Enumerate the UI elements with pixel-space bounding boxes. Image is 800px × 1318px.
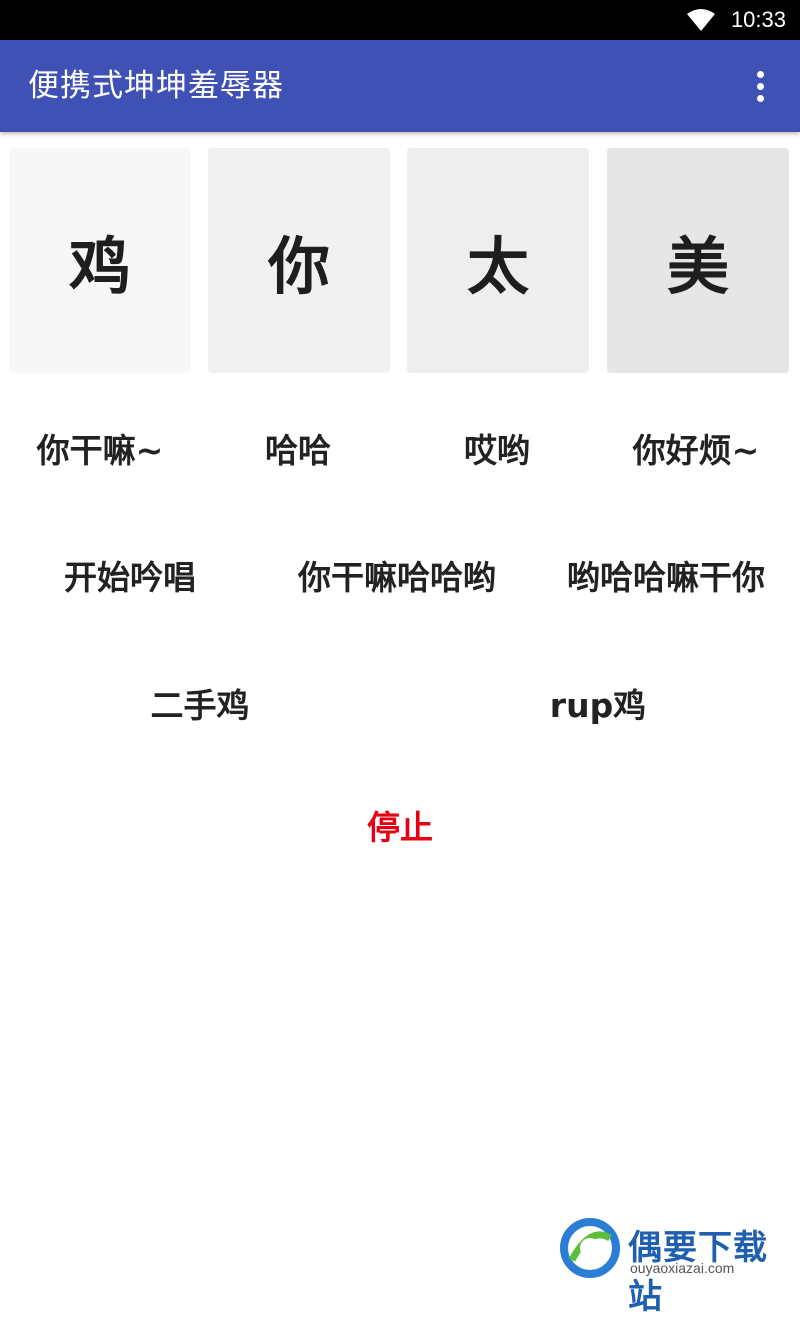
sound-button-start-singing[interactable]: 开始吟唱 — [30, 550, 230, 606]
menu-dot — [756, 94, 764, 102]
sound-button-er-shou-ji[interactable]: 二手鸡 — [100, 678, 300, 734]
app-title: 便携式坤坤羞辱器 — [28, 68, 284, 104]
sound-button-ai-yo[interactable]: 哎哟 — [397, 423, 597, 479]
sound-button-reverse[interactable]: 哟哈哈嘛干你 — [546, 550, 786, 606]
app-bar: 便携式坤坤羞辱器 — [0, 40, 800, 132]
status-time: 10:33 — [730, 7, 786, 32]
menu-dot — [756, 82, 764, 90]
wifi-icon — [687, 9, 715, 31]
status-bar: 10:33 — [0, 0, 800, 40]
sound-button-rup-ji[interactable]: rup鸡 — [498, 678, 698, 734]
watermark-logo-icon — [560, 1218, 620, 1278]
sound-button-ni-gan-ma-ha-ha-yo[interactable]: 你干嘛哈哈哟 — [276, 550, 518, 606]
menu-dot — [756, 70, 764, 78]
tile-button-ji[interactable]: 鸡 — [9, 148, 191, 373]
tile-button-tai[interactable]: 太 — [407, 148, 589, 373]
sound-button-ni-gan-ma[interactable]: 你干嘛~ — [0, 423, 200, 479]
tile-button-ni[interactable]: 你 — [208, 148, 390, 373]
more-vert-icon[interactable] — [740, 66, 780, 106]
stop-button[interactable]: 停止 — [300, 800, 500, 856]
tile-button-mei[interactable]: 美 — [607, 148, 789, 373]
sound-button-ni-hao-fan[interactable]: 你好烦~ — [596, 423, 796, 479]
sound-button-ha-ha[interactable]: 哈哈 — [198, 423, 398, 479]
watermark-domain: ouyaoxiazai.com — [630, 1260, 735, 1276]
watermark: 偶要下载站 ouyaoxiazai.com — [558, 1214, 800, 1317]
